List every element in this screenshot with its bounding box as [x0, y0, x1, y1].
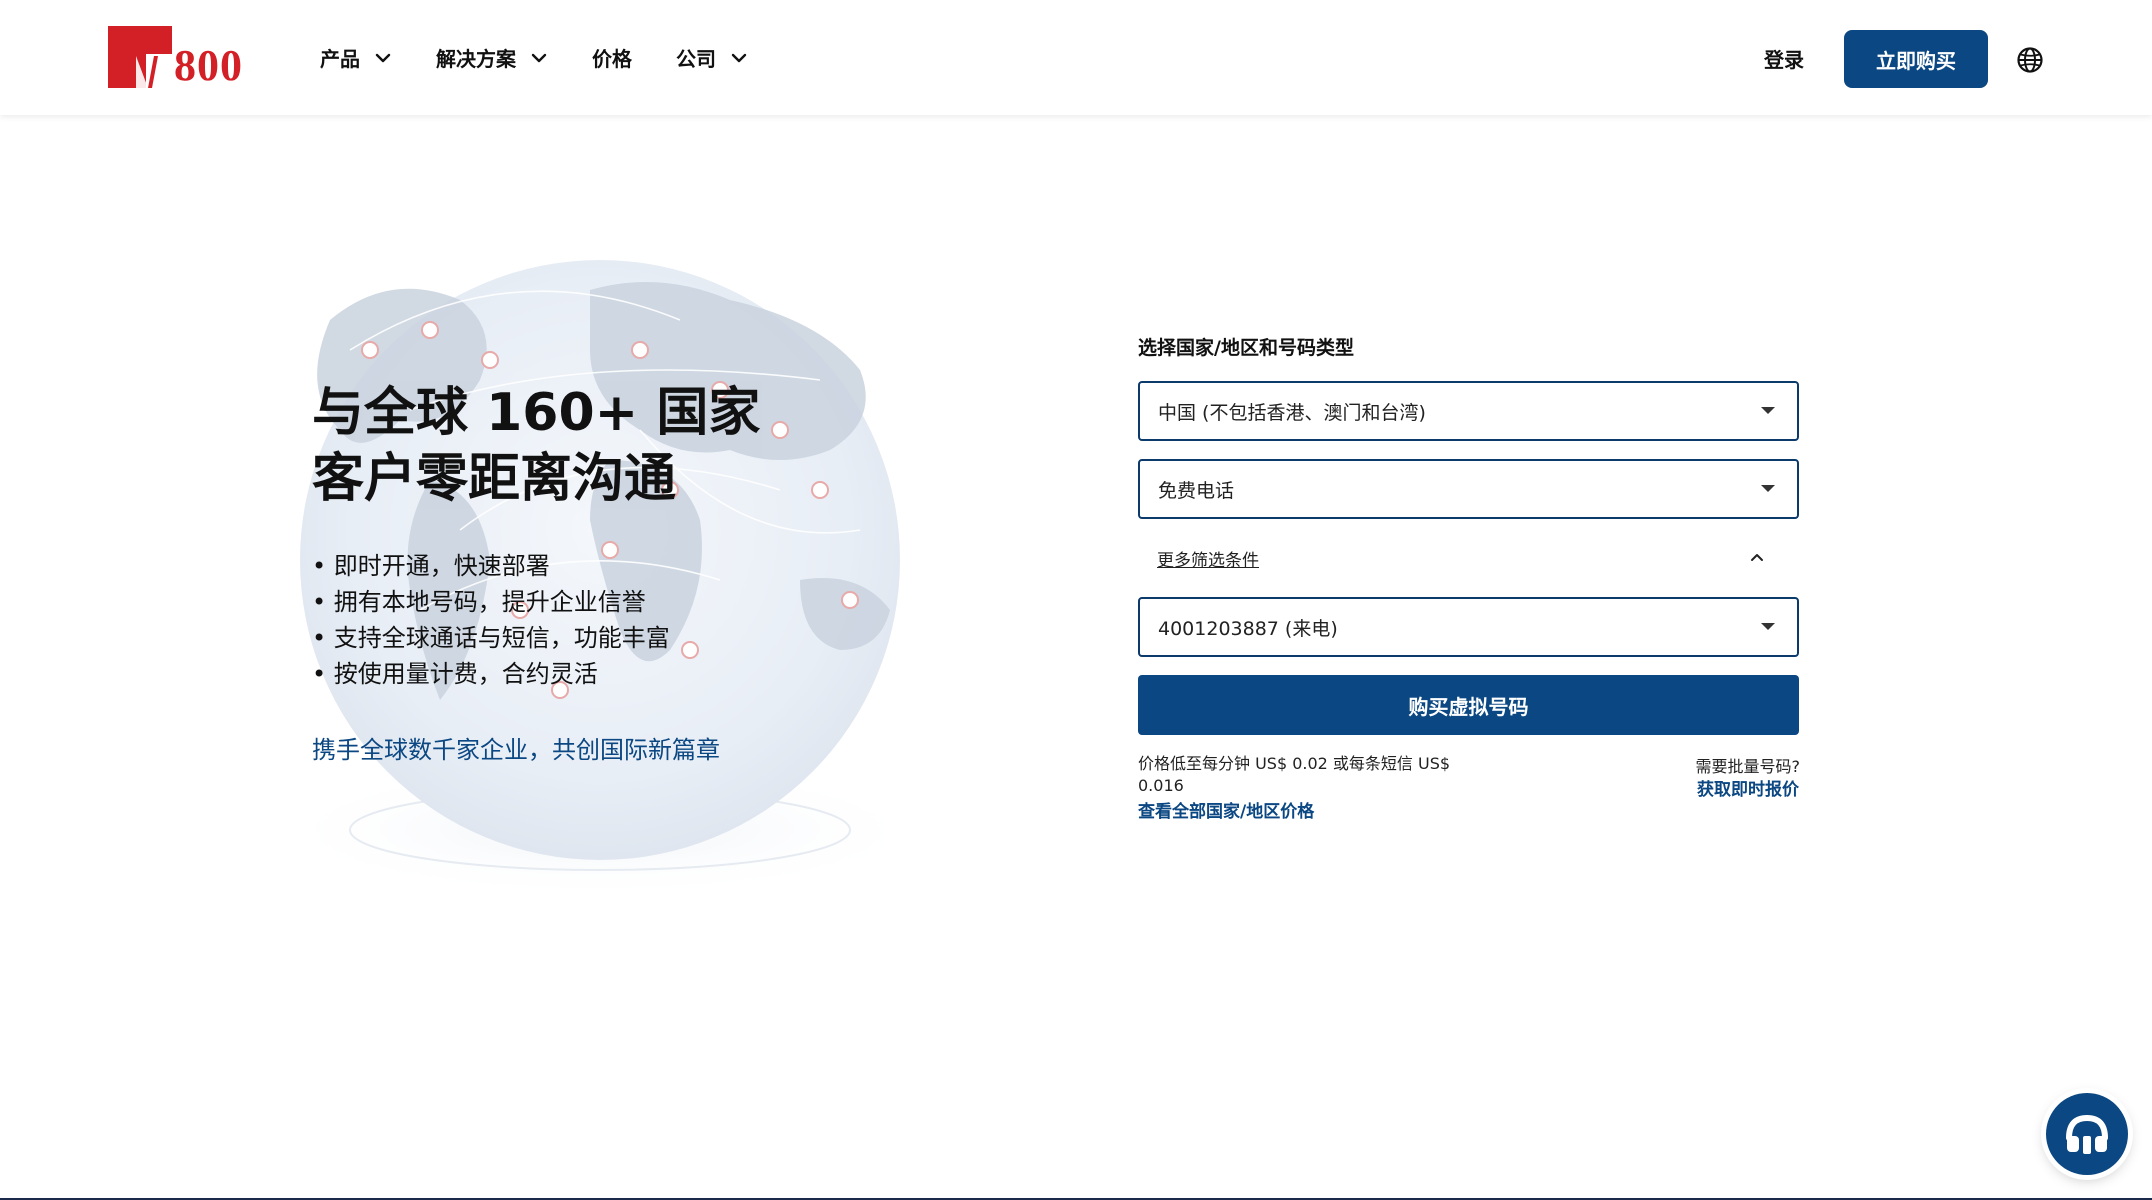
number-type-select[interactable]: 免费电话: [1138, 459, 1799, 519]
number-select[interactable]: 4001203887 (来电): [1138, 597, 1799, 657]
nav-item-products[interactable]: 产品: [320, 38, 392, 78]
nav-item-label: 产品: [320, 47, 360, 71]
site-header: 800 产品 解决方案 价格 公司 登录 立即购买: [0, 0, 2152, 115]
hero-tagline: 携手全球数千家企业，共创国际新篇章: [312, 736, 720, 764]
number-select-value: 4001203887 (来电): [1158, 617, 1338, 640]
price-note: 价格低至每分钟 US$ 0.02 或每条短信 US$ 0.016: [1138, 754, 1451, 795]
logo-mark: [108, 26, 172, 88]
chevron-down-icon: [731, 53, 747, 62]
nav-item-company[interactable]: 公司: [676, 38, 748, 78]
logo-text: 800: [174, 41, 243, 90]
main-nav: 产品 解决方案 价格 公司: [320, 0, 792, 115]
nav-item-label: 价格: [592, 47, 632, 71]
country-select[interactable]: 中国 (不包括香港、澳门和台湾): [1138, 381, 1799, 441]
support-chat-button[interactable]: [2046, 1093, 2128, 1175]
number-type-select-value: 免费电话: [1158, 479, 1235, 502]
feature-list: 即时开通，快速部署 拥有本地号码，提升企业信誉 支持全球通话与短信，功能丰富 按…: [312, 548, 670, 692]
login-link[interactable]: 登录: [1764, 44, 1804, 73]
feature-item: 即时开通，快速部署: [312, 548, 670, 584]
more-filters-toggle[interactable]: 更多筛选条件: [1157, 546, 1259, 571]
chevron-down-icon: [375, 53, 391, 62]
feature-item: 拥有本地号码，提升企业信誉: [312, 584, 670, 620]
nav-item-pricing[interactable]: 价格: [592, 38, 632, 78]
m800-logo[interactable]: 800: [108, 26, 242, 90]
chevron-up-icon[interactable]: [1748, 548, 1766, 566]
feature-item: 按使用量计费，合约灵活: [312, 656, 670, 692]
caret-down-icon: [1761, 623, 1775, 630]
hero-title-line: 与全球 160+ 国家: [312, 383, 761, 443]
form-label: 选择国家/地区和号码类型: [1138, 337, 1354, 359]
chevron-down-icon: [531, 53, 547, 62]
nav-item-label: 公司: [676, 47, 716, 71]
feature-item: 支持全球通话与短信，功能丰富: [312, 620, 670, 656]
nav-item-label: 解决方案: [436, 47, 516, 71]
globe-icon[interactable]: [2016, 46, 2044, 74]
caret-down-icon: [1761, 407, 1775, 414]
hero-title-line: 客户零距离沟通: [312, 449, 677, 509]
country-select-value: 中国 (不包括香港、澳门和台湾): [1158, 401, 1426, 424]
bulk-question: 需要批量号码?: [1695, 757, 1801, 776]
headset-icon: [2066, 1114, 2108, 1154]
buy-virtual-number-button[interactable]: 购买虚拟号码: [1138, 675, 1799, 735]
get-quote-link[interactable]: 获取即时报价: [1697, 775, 1799, 800]
caret-down-icon: [1761, 485, 1775, 492]
hero-title: 与全球 160+ 国家 客户零距离沟通: [312, 380, 872, 512]
view-all-prices-link[interactable]: 查看全部国家/地区价格: [1138, 797, 1314, 822]
buy-now-button[interactable]: 立即购买: [1844, 30, 1988, 88]
nav-item-solutions[interactable]: 解决方案: [436, 38, 548, 78]
